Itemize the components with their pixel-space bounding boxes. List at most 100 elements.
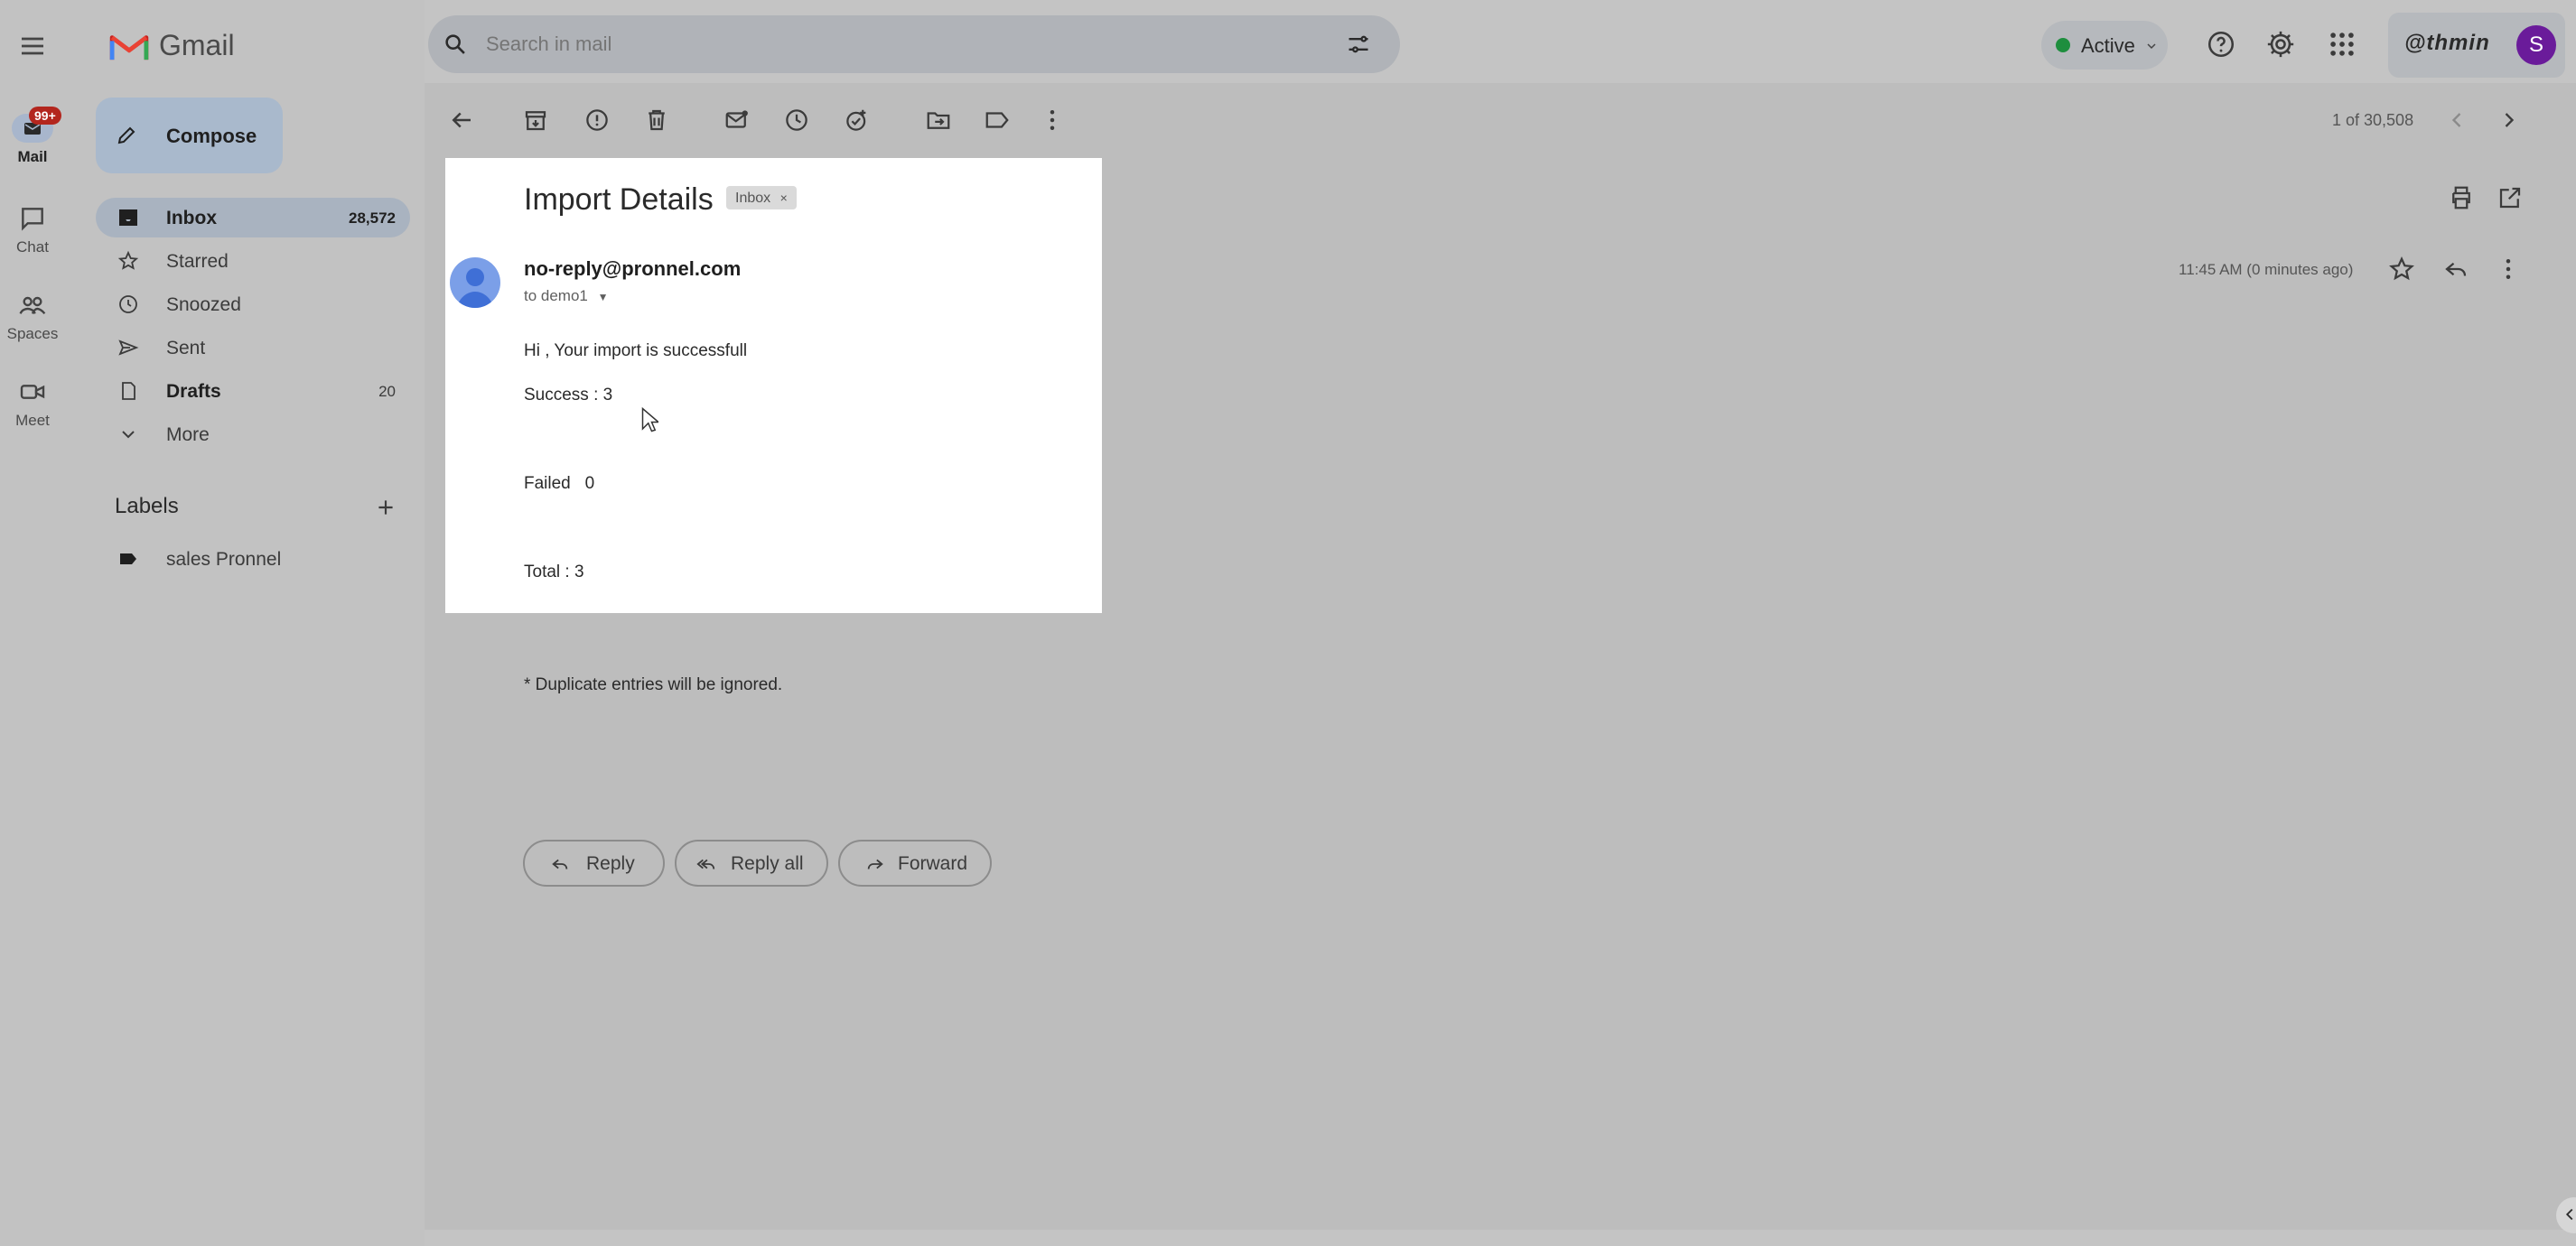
more-vert-icon[interactable] bbox=[2495, 256, 2522, 283]
gear-icon[interactable] bbox=[2265, 29, 2296, 60]
mark-unread-icon[interactable] bbox=[723, 107, 751, 134]
compose-label: Compose bbox=[166, 125, 257, 147]
sidebar-item-label: Sent bbox=[166, 338, 206, 358]
help-icon[interactable] bbox=[2206, 29, 2236, 60]
failed-count: Failed 0 bbox=[524, 474, 595, 493]
sidebar-item-label: Drafts bbox=[166, 381, 221, 402]
chevron-right-icon[interactable] bbox=[2497, 107, 2522, 133]
sidebar-label-sales-pronnel[interactable]: sales Pronnel bbox=[96, 539, 410, 579]
reply-all-label: Reply all bbox=[731, 853, 804, 874]
pencil-icon bbox=[117, 126, 135, 144]
inbox-chip[interactable]: Inbox × bbox=[726, 186, 797, 209]
reply-all-button[interactable]: Reply all bbox=[675, 840, 828, 887]
app-rail: Mail 99+ Chat Spaces Meet bbox=[0, 0, 78, 1246]
reply-icon[interactable] bbox=[2442, 256, 2469, 283]
meet-icon bbox=[18, 377, 47, 406]
search-bar[interactable] bbox=[428, 15, 1400, 73]
sidebar-item-label: Inbox bbox=[166, 208, 217, 228]
total-count: Total : 3 bbox=[524, 563, 584, 581]
sidebar-item-label: Snoozed bbox=[166, 294, 241, 315]
apps-grid-icon[interactable] bbox=[2327, 29, 2357, 60]
rail-label-chat: Chat bbox=[16, 238, 49, 256]
print-icon[interactable] bbox=[2448, 184, 2475, 211]
forward-icon bbox=[867, 859, 883, 869]
reply-button[interactable]: Reply bbox=[523, 840, 665, 887]
rail-item-spaces[interactable]: Spaces bbox=[0, 291, 65, 343]
sidebar-item-more[interactable]: More bbox=[96, 414, 410, 454]
avatar-letter: S bbox=[2528, 33, 2543, 57]
search-filter-icon[interactable] bbox=[1346, 32, 1371, 57]
sidebar-item-label: Starred bbox=[166, 251, 229, 272]
labels-heading: Labels bbox=[115, 494, 179, 518]
star-icon[interactable] bbox=[2388, 256, 2415, 283]
duplicate-note: * Duplicate entries will be ignored. bbox=[524, 675, 783, 694]
caret-down-icon: ▼ bbox=[597, 291, 609, 303]
status-chip[interactable]: Active bbox=[2041, 21, 2168, 70]
sidebar-item-snoozed[interactable]: Snoozed bbox=[96, 284, 410, 324]
rail-label-mail: Mail bbox=[17, 148, 48, 165]
chat-icon bbox=[18, 204, 47, 233]
rail-item-meet[interactable]: Meet bbox=[0, 377, 65, 430]
move-to-icon[interactable] bbox=[925, 107, 952, 134]
chevron-left-icon[interactable] bbox=[2444, 107, 2469, 133]
open-in-new-window-icon[interactable] bbox=[2497, 184, 2524, 211]
label-as-icon[interactable] bbox=[984, 107, 1011, 134]
star-icon bbox=[117, 250, 139, 272]
person-icon bbox=[457, 268, 493, 308]
account-chip[interactable]: @thmin S bbox=[2388, 13, 2565, 78]
sidebar-item-count: 20 bbox=[378, 383, 396, 400]
search-input[interactable] bbox=[484, 28, 1301, 60]
rail-item-mail[interactable]: Mail 99+ bbox=[0, 107, 65, 166]
spaces-icon bbox=[18, 291, 47, 320]
clock-icon bbox=[117, 293, 139, 315]
chevron-down-icon bbox=[117, 423, 139, 445]
active-dot bbox=[2056, 38, 2070, 52]
rail-label-meet: Meet bbox=[15, 412, 50, 429]
email-subject: Import Details bbox=[524, 182, 714, 217]
snooze-icon[interactable] bbox=[783, 107, 810, 134]
reply-label: Reply bbox=[586, 853, 635, 874]
chevron-left-icon bbox=[2565, 1208, 2573, 1221]
compose-button[interactable]: Compose bbox=[96, 98, 283, 173]
sidebar-item-label: sales Pronnel bbox=[166, 549, 282, 570]
search-icon[interactable] bbox=[443, 32, 468, 57]
sender-email[interactable]: no-reply@pronnel.com bbox=[524, 257, 741, 281]
chip-close-icon[interactable]: × bbox=[780, 191, 788, 205]
chevron-down-icon bbox=[2147, 43, 2156, 50]
status-label: Active bbox=[2081, 34, 2135, 57]
unread-badge: 99+ bbox=[29, 107, 61, 125]
archive-icon[interactable] bbox=[522, 107, 549, 134]
pagination-text: 1 of 30,508 bbox=[2332, 111, 2414, 129]
delete-icon[interactable] bbox=[643, 107, 670, 134]
sidebar-item-sent[interactable]: Sent bbox=[96, 328, 410, 367]
org-logo: @thmin bbox=[2404, 31, 2490, 55]
recipient-details[interactable]: to demo1 ▼ bbox=[524, 287, 609, 305]
inbox-chip-label: Inbox bbox=[735, 191, 771, 206]
inbox-icon bbox=[117, 207, 139, 228]
forward-label: Forward bbox=[898, 853, 968, 874]
sender-avatar bbox=[450, 257, 500, 308]
add-label-icon[interactable] bbox=[374, 496, 397, 519]
label-icon bbox=[117, 548, 139, 570]
forward-button[interactable]: Forward bbox=[838, 840, 992, 887]
sidebar-item-inbox[interactable]: Inbox 28,572 bbox=[96, 198, 410, 237]
report-spam-icon[interactable] bbox=[583, 107, 611, 134]
draft-icon bbox=[117, 380, 139, 402]
sidebar-item-drafts[interactable]: Drafts 20 bbox=[96, 371, 410, 411]
back-arrow-icon[interactable] bbox=[448, 107, 475, 134]
email-timestamp: 11:45 AM (0 minutes ago) bbox=[2179, 261, 2354, 278]
success-count: Success : 3 bbox=[524, 386, 613, 404]
sidebar bbox=[78, 0, 425, 1246]
gmail-m-icon bbox=[109, 35, 149, 60]
reply-icon bbox=[552, 859, 568, 869]
rail-item-chat[interactable]: Chat bbox=[0, 204, 65, 256]
email-greeting: Hi , Your import is successfull bbox=[524, 341, 748, 360]
main-menu-icon[interactable] bbox=[18, 32, 47, 60]
more-vert-icon[interactable] bbox=[1039, 107, 1066, 134]
recipient-text: to demo1 bbox=[524, 287, 588, 304]
send-icon bbox=[117, 337, 139, 358]
add-task-icon[interactable] bbox=[844, 107, 871, 134]
sidebar-item-starred[interactable]: Starred bbox=[96, 241, 410, 281]
avatar: S bbox=[2516, 25, 2556, 65]
mouse-cursor-icon bbox=[641, 406, 658, 432]
